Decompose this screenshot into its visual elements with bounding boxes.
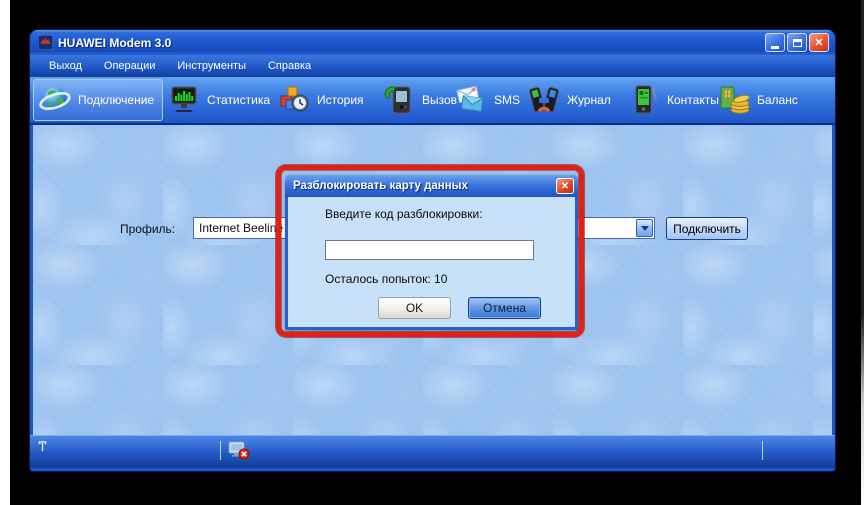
toolbar-item-balance[interactable]: Баланс: [717, 79, 798, 121]
toolbar-label: Баланс: [757, 93, 798, 107]
menu-bar: Выход Операции Инструменты Справка: [30, 55, 835, 77]
cancel-button[interactable]: Отмена: [468, 297, 541, 319]
dialog-close-button[interactable]: ✕: [556, 178, 574, 194]
toolbar-label: Вызов: [422, 93, 457, 107]
unlock-code-label: Введите код разблокировки:: [325, 207, 483, 221]
statusbar-divider: [762, 441, 763, 460]
screenshot: HUAWEI Modem 3.0 ✕ Выход Операции Инстру…: [0, 0, 864, 505]
title-bar[interactable]: HUAWEI Modem 3.0 ✕: [30, 30, 835, 55]
status-bar: [30, 435, 835, 468]
dialog-title: Разблокировать карту данных: [293, 180, 556, 192]
sms-envelope-icon: [454, 84, 488, 116]
page-left-margin: [0, 0, 10, 505]
toolbar-label: Журнал: [567, 93, 611, 107]
connect-button[interactable]: Подключить: [666, 217, 748, 240]
close-button[interactable]: ✕: [809, 33, 829, 52]
minimize-button[interactable]: [765, 33, 785, 52]
attempts-remaining-label: Осталось попыток: 10: [325, 272, 447, 286]
toolbar: Подключение: [30, 77, 835, 125]
history-icon: [277, 84, 311, 116]
call-icon: [382, 84, 416, 116]
antenna-icon: [37, 440, 48, 458]
globe-icon: [38, 84, 72, 116]
dialog-title-bar[interactable]: Разблокировать карту данных ✕: [285, 175, 578, 197]
toolbar-item-connection[interactable]: Подключение: [33, 79, 163, 121]
ok-button[interactable]: OK: [378, 297, 451, 319]
app-window: HUAWEI Modem 3.0 ✕ Выход Операции Инстру…: [30, 30, 835, 471]
toolbar-item-statistics[interactable]: Статистика: [167, 79, 270, 121]
statistics-icon: [167, 84, 201, 116]
profile-label: Профиль:: [120, 218, 175, 240]
unlock-code-input[interactable]: [325, 240, 534, 260]
toolbar-label: SMS: [494, 93, 520, 107]
toolbar-label: Контакты: [667, 93, 719, 107]
menu-item-operations[interactable]: Операции: [93, 55, 166, 77]
toolbar-label: История: [317, 93, 364, 107]
huawei-logo-icon: [38, 35, 53, 50]
toolbar-label: Статистика: [207, 93, 270, 107]
journal-icon: [527, 84, 561, 116]
window-title: HUAWEI Modem 3.0: [58, 36, 765, 50]
maximize-button[interactable]: [787, 33, 807, 52]
toolbar-label: Подключение: [78, 93, 154, 107]
toolbar-item-call[interactable]: Вызов: [382, 79, 457, 121]
menu-item-help[interactable]: Справка: [257, 55, 322, 77]
dialog-body: Введите код разблокировки: Осталось попы…: [288, 197, 575, 327]
unlock-dialog: Разблокировать карту данных ✕ Введите ко…: [285, 175, 578, 330]
menu-item-tools[interactable]: Инструменты: [166, 55, 257, 77]
balance-icon: [717, 84, 751, 116]
connection-offline-icon: [228, 441, 250, 465]
window-controls: ✕: [765, 33, 829, 52]
toolbar-item-journal[interactable]: Журнал: [527, 79, 611, 121]
contacts-icon: [627, 84, 661, 116]
toolbar-item-history[interactable]: История: [277, 79, 364, 121]
main-content: Профиль: Internet Beeline Подключить Раз…: [33, 125, 832, 435]
toolbar-item-contacts[interactable]: Контакты: [627, 79, 719, 121]
statusbar-divider: [220, 441, 221, 460]
toolbar-item-sms[interactable]: SMS: [454, 79, 520, 121]
menu-item-exit[interactable]: Выход: [38, 55, 93, 77]
chevron-down-icon[interactable]: [636, 219, 653, 237]
